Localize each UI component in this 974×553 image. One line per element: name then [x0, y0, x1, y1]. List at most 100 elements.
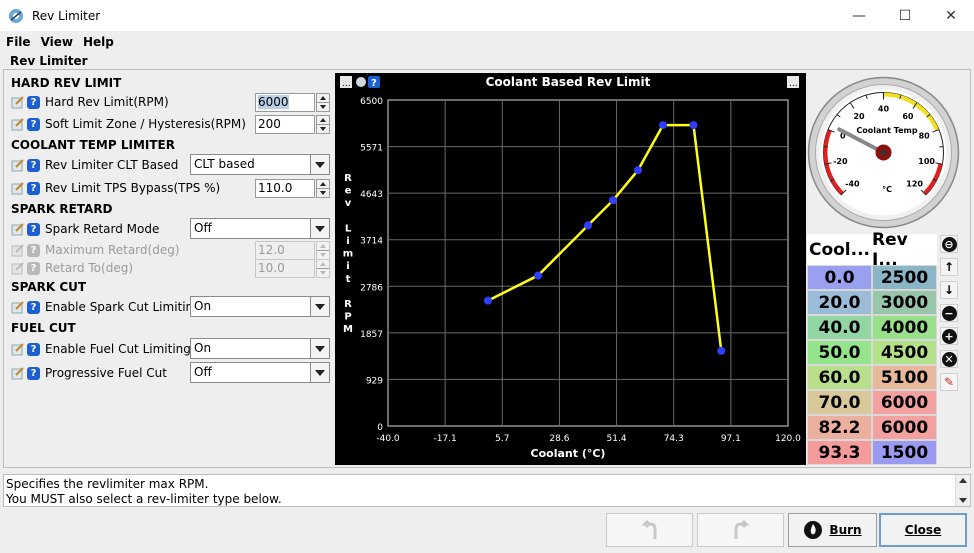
hard-rev-limit-label: Hard Rev Limit(RPM) [45, 95, 169, 109]
edit-icon[interactable] [11, 181, 25, 195]
help-icon[interactable]: ? [27, 117, 40, 131]
undo-icon [640, 519, 656, 539]
table-row: 93.3 1500 [807, 440, 937, 465]
help-icon[interactable]: ? [27, 300, 40, 314]
help-icon[interactable]: ? [27, 181, 40, 195]
maximize-button[interactable]: ☐ [882, 0, 928, 31]
scroll-up-icon[interactable] [959, 478, 967, 483]
spark-cut-select[interactable]: On [190, 296, 330, 317]
y-axis-label-char: i [346, 261, 349, 272]
coolant-cell[interactable]: 70.0 [807, 390, 872, 415]
rev-limit-cell[interactable]: 2500 [872, 265, 937, 290]
edit-icon[interactable] [11, 95, 25, 109]
menu-help[interactable]: Help [83, 35, 114, 49]
rev-limit-cell[interactable]: 3000 [872, 290, 937, 315]
clear-button[interactable]: ✕ [940, 350, 958, 368]
menu-file[interactable]: File [6, 35, 31, 49]
help-icon[interactable]: ? [27, 222, 40, 236]
app-icon [9, 8, 23, 23]
rev-limit-cell[interactable]: 5100 [872, 365, 937, 390]
help-icon[interactable]: ? [27, 366, 40, 380]
y-tick-label: 0 [377, 423, 383, 433]
help-icon: ? [27, 243, 40, 257]
maximize-icon: ☐ [898, 7, 912, 24]
edit-icon[interactable] [11, 222, 25, 236]
coolant-cell[interactable]: 60.0 [807, 365, 872, 390]
fuel-cut-select[interactable]: On [190, 338, 330, 359]
coolant-temp-gauge: -40 -20 0 20 40 60 80 100 120 Coolant Temp °C [807, 76, 960, 229]
x-tick-label: 28.6 [549, 434, 569, 444]
tps-bypass-spinner[interactable] [316, 179, 330, 198]
help-icon[interactable]: ? [27, 95, 40, 109]
hard-rev-limit-input[interactable]: 6000 [255, 93, 315, 112]
data-point[interactable] [584, 221, 592, 230]
progressive-fuel-cut-select[interactable]: Off [190, 362, 330, 383]
edit-icon[interactable] [11, 366, 25, 380]
data-point[interactable] [484, 296, 492, 305]
edit-icon[interactable] [11, 300, 25, 314]
rev-limit-cell[interactable]: 4000 [872, 315, 937, 340]
coolant-cell[interactable]: 20.0 [807, 290, 872, 315]
window-title: Rev Limiter [32, 8, 101, 23]
table-row: 40.0 4000 [807, 315, 937, 340]
column-header-coolant[interactable]: Cool... [807, 234, 872, 265]
column-header-rev-limit[interactable]: Rev I... [872, 230, 937, 270]
undo-button[interactable] [606, 513, 693, 547]
rev-limiter-clt-select[interactable]: CLT based [190, 154, 330, 175]
data-point[interactable] [634, 166, 642, 175]
section-spark-cut: SPARK CUT [11, 280, 87, 294]
y-axis-label-char: P [344, 312, 351, 323]
rev-limit-cell[interactable]: 1500 [872, 440, 937, 465]
coolant-cell[interactable]: 50.0 [807, 340, 872, 365]
edit-icon[interactable] [11, 342, 25, 356]
increment-button[interactable]: + [940, 327, 958, 345]
coolant-cell[interactable]: 82.2 [807, 415, 872, 440]
help-icon[interactable]: ? [27, 342, 40, 356]
move-down-button[interactable]: ↓ [940, 281, 958, 299]
decrement-button[interactable]: − [940, 304, 958, 322]
rev-limit-chart[interactable]: ... ? ... Coolant Based Rev Limit 0 929 18… [335, 73, 806, 465]
spark-retard-mode-select[interactable]: Off [190, 218, 330, 239]
edit-pen-button[interactable]: ✎ [940, 373, 958, 391]
data-point[interactable] [717, 346, 726, 355]
gauge-tick-label: 40 [878, 105, 890, 114]
edit-icon [11, 244, 24, 257]
close-window-button[interactable]: ✕ [928, 0, 974, 31]
coolant-cell[interactable]: 40.0 [807, 315, 872, 340]
help-icon[interactable]: ? [27, 158, 40, 172]
minimize-button[interactable]: — [836, 0, 882, 31]
data-point[interactable] [689, 121, 698, 130]
rev-limiter-clt-label: Rev Limiter CLT Based [45, 158, 179, 172]
fuel-cut-label: Enable Fuel Cut Limiting [45, 342, 191, 356]
edit-icon[interactable] [11, 117, 25, 131]
help-scrollbar[interactable] [955, 475, 970, 506]
hard-rev-limit-spinner[interactable] [316, 93, 330, 112]
rev-limit-cell[interactable]: 6000 [872, 390, 937, 415]
edit-icon[interactable] [11, 158, 25, 172]
minimize-icon: — [852, 7, 866, 24]
redo-button[interactable] [697, 513, 784, 547]
coolant-cell[interactable]: 93.3 [807, 440, 872, 465]
data-point[interactable] [659, 121, 667, 130]
y-axis-label-char: M [343, 324, 353, 335]
rev-limit-cell[interactable]: 6000 [872, 415, 937, 440]
plot-area [387, 99, 789, 427]
table-row: 50.0 4500 [807, 340, 937, 365]
coolant-cell[interactable]: 0.0 [807, 265, 872, 290]
collapse-button[interactable]: ⊖ [940, 235, 958, 253]
chevron-down-icon [310, 297, 329, 316]
move-up-button[interactable]: ↑ [940, 258, 958, 276]
data-point[interactable] [609, 196, 617, 205]
menu-view[interactable]: View [41, 35, 73, 49]
help-text-box[interactable]: Specifies the revlimiter max RPM. You MU… [3, 474, 971, 507]
soft-limit-zone-spinner[interactable] [316, 115, 330, 134]
soft-limit-zone-input[interactable]: 200 [255, 115, 315, 134]
tps-bypass-input[interactable]: 110.0 [255, 179, 315, 198]
rev-limit-cell[interactable]: 4500 [872, 340, 937, 365]
data-point[interactable] [534, 271, 542, 280]
edit-icon [11, 262, 24, 275]
burn-button[interactable]: Burn [788, 513, 877, 547]
close-button[interactable]: Close [879, 513, 967, 547]
scroll-down-icon[interactable] [959, 498, 967, 503]
chart-settings-icon[interactable] [356, 77, 366, 87]
